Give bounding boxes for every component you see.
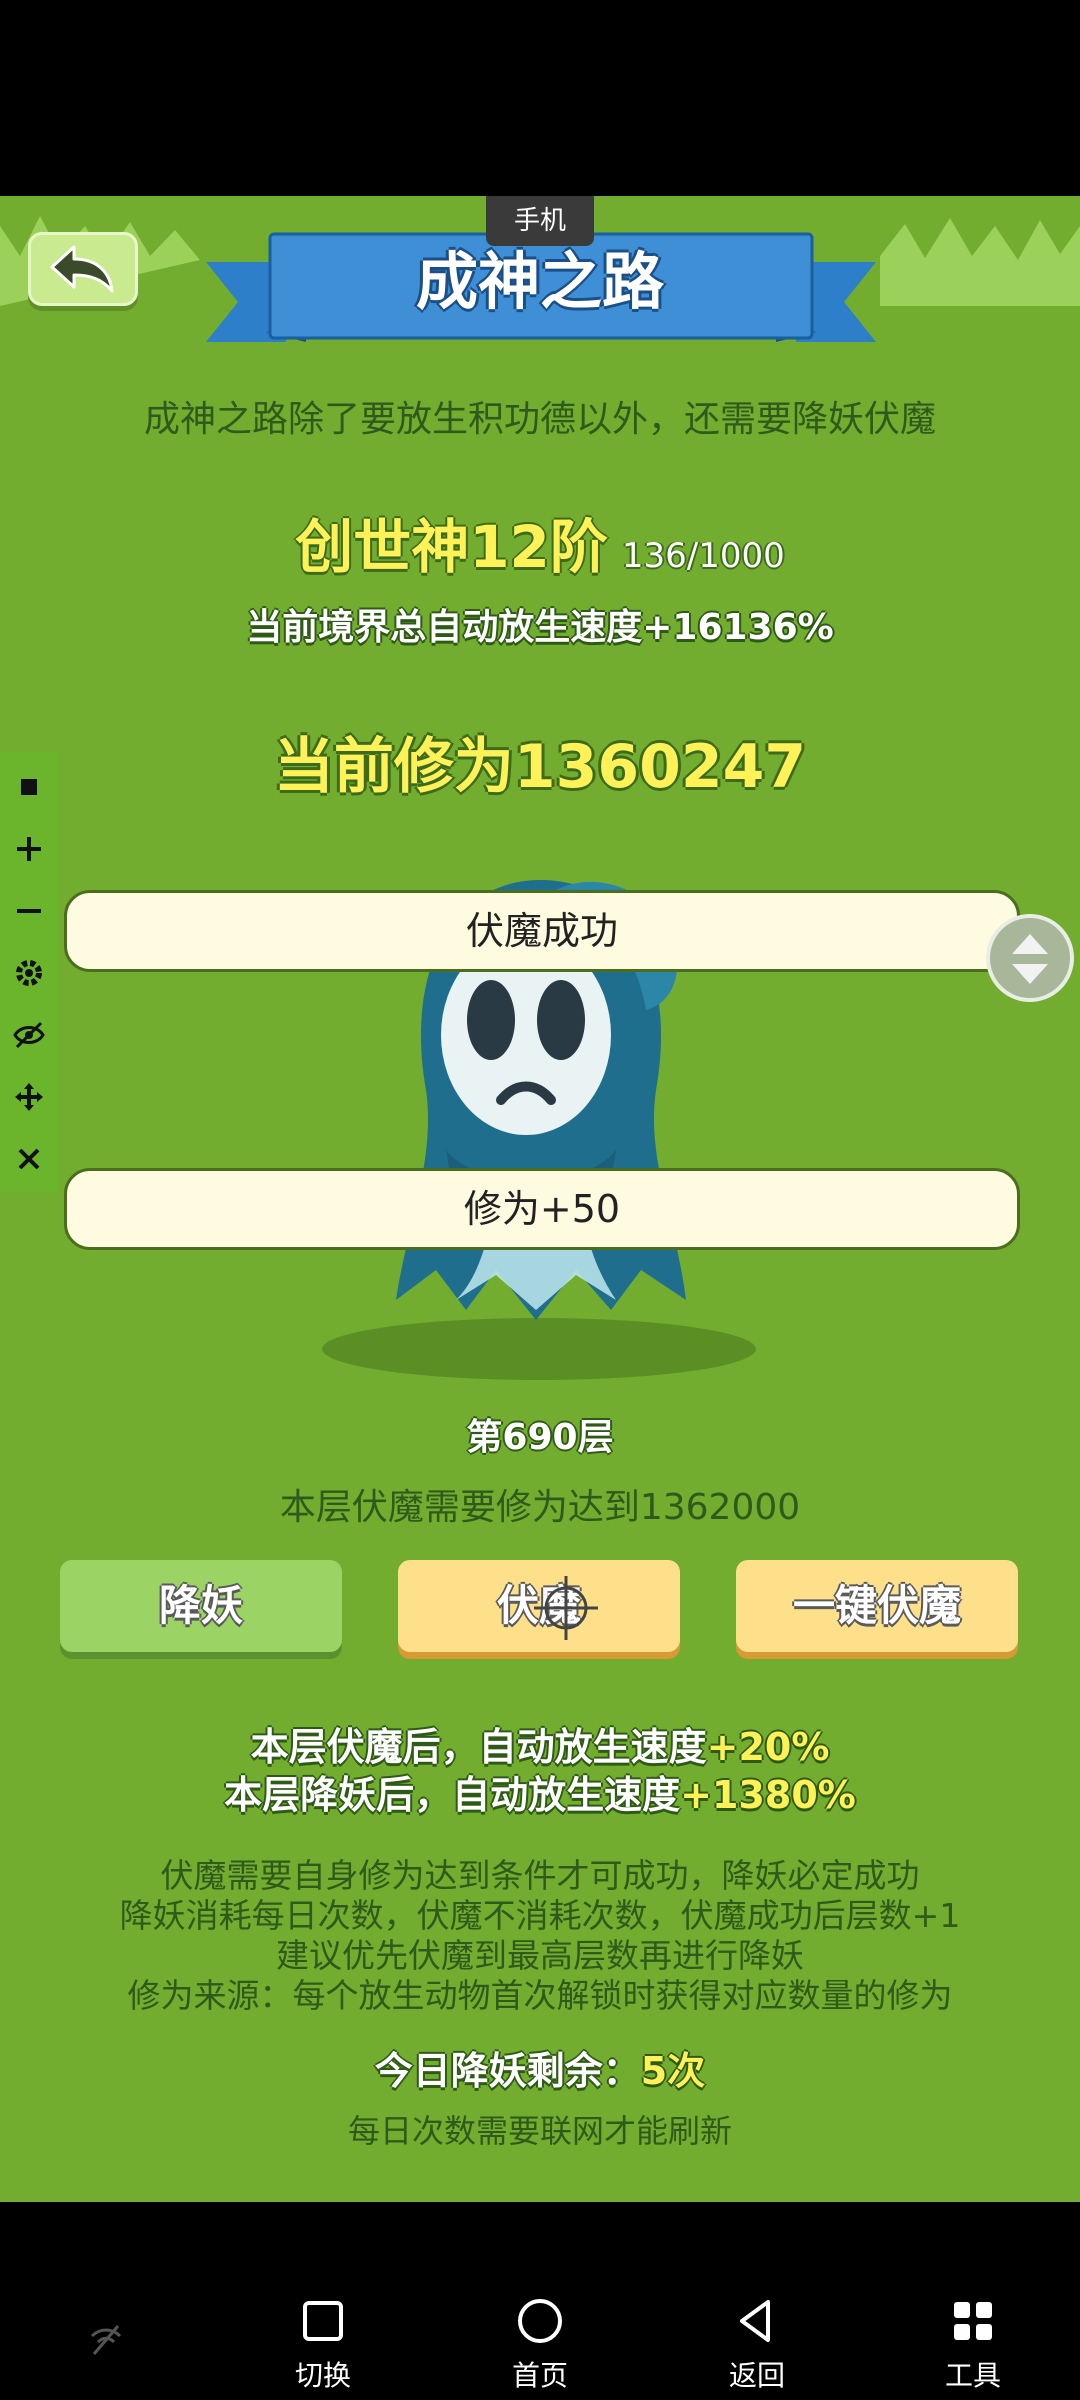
circle-icon bbox=[518, 2299, 562, 2343]
exorcise-bonus-text: 本层伏魔后，自动放生速度+20% bbox=[0, 1716, 1080, 1771]
remaining-count: 今日降妖剩余：5次 bbox=[0, 2040, 1080, 2095]
bonus-label: 本层降妖后，自动放生速度 bbox=[224, 1773, 681, 1817]
bonus-label: 本层伏魔后，自动放生速度 bbox=[250, 1725, 707, 1769]
remaining-value: 5次 bbox=[640, 2049, 706, 2093]
subdue-bonus-text: 本层降妖后，自动放生速度+1380% bbox=[0, 1764, 1080, 1819]
exorcise-success-toast: 伏魔成功 bbox=[64, 890, 1020, 972]
back-arrow-icon bbox=[50, 245, 114, 293]
grid-icon bbox=[954, 2302, 992, 2340]
nav-tools[interactable]: 工具 bbox=[898, 2296, 1048, 2392]
rule-line: 建议优先伏魔到最高层数再进行降妖 bbox=[276, 1936, 804, 1975]
crosshair-icon bbox=[534, 1576, 598, 1640]
floor-number: 第690层 bbox=[466, 1417, 614, 1458]
refresh-note: 每日次数需要联网才能刷新 bbox=[347, 2112, 732, 2150]
remaining-label: 今日降妖剩余： bbox=[374, 2049, 641, 2093]
nav-label: 返回 bbox=[728, 2359, 785, 2392]
nav-back[interactable]: 返回 bbox=[682, 2296, 832, 2392]
cultivation-gain-toast: 修为+50 bbox=[64, 1168, 1020, 1250]
bonus-value: +20% bbox=[706, 1725, 830, 1769]
stop-icon[interactable] bbox=[0, 756, 58, 818]
rule-line: 修为来源：每个放生动物首次解锁时获得对应数量的修为 bbox=[127, 1976, 953, 2015]
nav-label: 首页 bbox=[511, 2359, 568, 2392]
page-title: 成神之路 bbox=[415, 245, 664, 318]
floor-requirement: 本层伏魔需要修为达到1362000 bbox=[279, 1487, 801, 1528]
rank-name: 创世神12阶 bbox=[295, 513, 608, 581]
nav-label: 切换 bbox=[294, 2359, 351, 2392]
scroll-toggle-button[interactable] bbox=[986, 914, 1074, 1002]
rank-progress: 136/1000 bbox=[621, 536, 785, 576]
rule-line: 伏魔需要自身修为达到条件才可成功，降妖必定成功 bbox=[160, 1856, 920, 1895]
wifi-off-icon bbox=[90, 2325, 122, 2355]
gear-icon[interactable] bbox=[0, 942, 58, 1004]
rules-text: 伏魔需要自身修为达到条件才可成功，降妖必定成功 降妖消耗每日次数，伏魔不消耗次数… bbox=[0, 1856, 1080, 2016]
square-icon bbox=[303, 2301, 343, 2341]
nav-switch[interactable]: 切换 bbox=[248, 2296, 398, 2392]
nav-label: 工具 bbox=[944, 2359, 1001, 2392]
bonus-value: +1380% bbox=[680, 1773, 856, 1817]
intro-text: 成神之路除了要放生积功德以外，还需要降妖伏魔 bbox=[143, 399, 936, 440]
phone-mode-label: 手机 bbox=[486, 196, 594, 246]
up-down-arrows-icon bbox=[1012, 934, 1048, 984]
one-key-exorcise-button[interactable]: 一键伏魔 bbox=[736, 1560, 1018, 1652]
nav-home[interactable]: 首页 bbox=[465, 2296, 615, 2392]
move-icon[interactable] bbox=[0, 1066, 58, 1128]
minus-icon[interactable] bbox=[0, 880, 58, 942]
rule-line: 降妖消耗每日次数，伏魔不消耗次数，伏魔成功后层数+1 bbox=[119, 1896, 961, 1935]
close-icon[interactable] bbox=[0, 1128, 58, 1190]
floating-toolbar bbox=[0, 752, 58, 1192]
total-speed-text: 当前境界总自动放生速度+16136% bbox=[246, 607, 834, 648]
triangle-back-icon bbox=[740, 2300, 770, 2342]
rank-line: 创世神12阶 136/1000 bbox=[0, 500, 1080, 584]
back-button[interactable] bbox=[28, 232, 138, 306]
current-cultivation: 当前修为1360247 bbox=[273, 732, 807, 802]
subdue-demon-button[interactable]: 降妖 bbox=[60, 1560, 342, 1652]
plus-icon[interactable] bbox=[0, 818, 58, 880]
eye-off-icon[interactable] bbox=[0, 1004, 58, 1066]
